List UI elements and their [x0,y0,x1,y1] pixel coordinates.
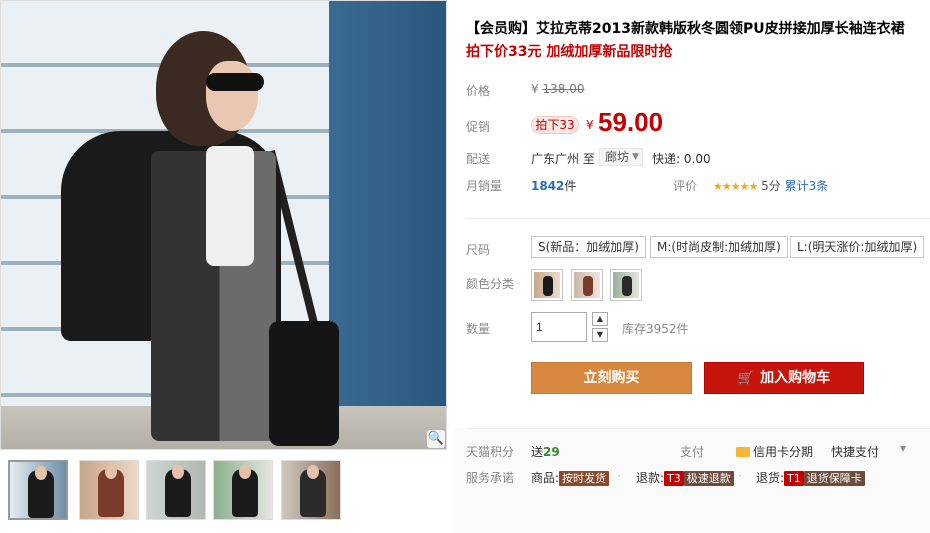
thumbnail-2[interactable] [79,460,139,520]
product-title: 【会员购】艾拉克蒂2013新款韩版秋冬圆领PU皮拼接加厚长袖连衣裙 [466,21,905,37]
buy-now-button[interactable]: 立刻购买 [531,362,692,394]
shipping-origin: 广东广州 至 [531,152,595,166]
color-swatch-1[interactable] [531,269,563,301]
color-label: 颜色分类 [466,277,515,291]
thumbnail-5[interactable] [281,460,341,520]
chevron-down-icon: ▼ [632,152,639,162]
service-refund: 退款: T3 极速退款 [636,469,734,486]
color-swatch-3[interactable] [610,269,642,301]
cart-icon: 🛒 [737,371,755,386]
promo-tag: 拍下33 [531,116,579,134]
separator-dot: · [738,469,742,483]
quick-pay[interactable]: 快捷支付 [831,443,879,460]
thumbnail-3[interactable] [146,460,206,520]
divider [466,218,930,219]
thumbnail-1[interactable] [8,460,68,520]
expand-icon[interactable]: ▾ [900,441,906,455]
size-option-m[interactable]: M:(时尚皮制:加绒加厚) [650,236,788,258]
divider [466,428,930,429]
promo-currency: ¥ [586,118,594,132]
points-label: 天猫积分 [466,445,515,459]
color-swatch-2[interactable] [571,269,603,301]
sales-label: 月销量 [466,179,503,193]
promo-label: 促销 [466,120,491,134]
quantity-down-button[interactable]: ▼ [592,328,608,342]
points-value: 送29 [531,445,560,459]
credit-card-icon [736,447,750,457]
quantity-input[interactable] [531,312,587,342]
promo-price: 59.00 [598,107,664,137]
service-return: 退货: T1 退货保障卡 [756,469,865,486]
add-to-cart-button[interactable]: 🛒 加入购物车 [704,362,864,394]
original-price: ¥ 138.00 [531,82,585,96]
quantity-label: 数量 [466,322,491,336]
separator-dot: · [617,469,621,483]
zoom-icon[interactable]: 🔍 [427,430,445,448]
thumbnail-4[interactable] [213,460,273,520]
rating[interactable]: ★★★★★ 5分 累计3条 [713,177,828,194]
monthly-sales: 1842件 [531,179,577,193]
destination-select[interactable]: 廊坊 ▼ [599,148,643,166]
stock-text: 库存3952件 [622,322,689,336]
shipping-fee: 快递: 0.00 [652,152,711,166]
quantity-up-button[interactable]: ▲ [592,312,608,326]
size-option-l[interactable]: L:(明天涨价:加绒加厚) [790,236,925,258]
price-label: 价格 [466,84,491,98]
size-label: 尺码 [466,243,491,257]
main-product-image[interactable]: 🔍 [0,0,447,450]
credit-installment[interactable]: 信用卡分期 [736,443,813,460]
size-option-s[interactable]: S(新品：加绒加厚) [531,236,646,258]
payment-label: 支付 [680,445,705,459]
rating-label: 评价 [673,179,698,193]
shipping-label: 配送 [466,152,491,166]
service-goods: 商品: 按时发货 [531,469,610,486]
star-rating-icon: ★★★★★ [713,180,758,193]
service-label: 服务承诺 [466,471,515,485]
product-subtitle: 拍下价33元 加绒加厚新品限时抢 [466,44,673,60]
